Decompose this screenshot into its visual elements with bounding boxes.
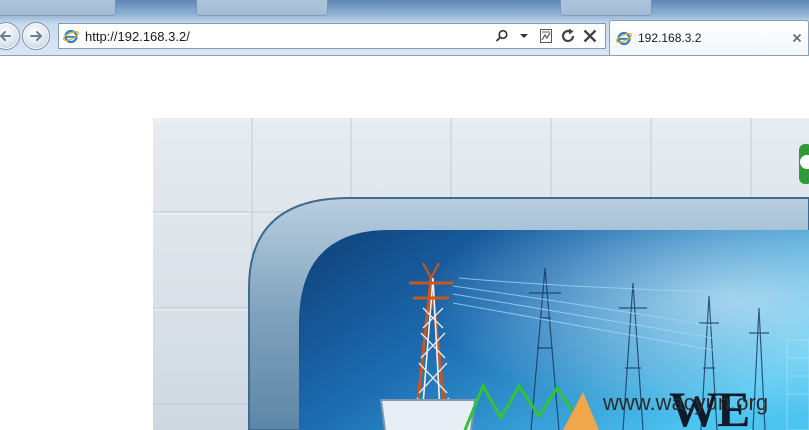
background-tab [560,0,652,16]
login-banner: WE www.wacyun.org [153,118,809,430]
forward-arrow-icon [30,31,43,41]
compatibility-view-button[interactable] [535,25,557,47]
search-icon [495,29,508,42]
background-tab [0,0,116,16]
search-button[interactable] [491,25,513,47]
compatibility-view-icon [540,29,552,43]
ie-page-icon [63,29,79,44]
refresh-button[interactable] [557,25,579,47]
chevron-down-icon [520,34,528,38]
tab-active[interactable]: 192.168.3.2 [609,20,809,55]
tab-title: 192.168.3.2 [638,31,702,45]
refresh-icon [561,28,575,43]
close-icon [792,33,802,43]
screen-frame [379,399,477,430]
browser-chrome: http://192.168.3.2/ 192.168.3.2 [0,0,809,56]
address-bar[interactable]: http://192.168.3.2/ [58,23,606,49]
address-dropdown-button[interactable] [513,25,535,47]
back-button[interactable] [0,22,20,50]
stop-icon [583,29,597,43]
address-tools [491,24,605,48]
back-arrow-icon [0,31,11,41]
ie-tab-icon [616,31,632,46]
page-viewport: WE www.wacyun.org [0,56,809,430]
address-url[interactable]: http://192.168.3.2/ [85,29,491,44]
background-tab [196,0,328,16]
forward-button[interactable] [22,22,50,50]
stop-button[interactable] [579,25,601,47]
company-logo [799,144,809,184]
watermark-text: www.wacyun.org [602,390,768,415]
background-window-strip [0,0,809,16]
banner-graphic: WE www.wacyun.org [153,118,809,430]
close-tab-button[interactable] [788,29,806,47]
